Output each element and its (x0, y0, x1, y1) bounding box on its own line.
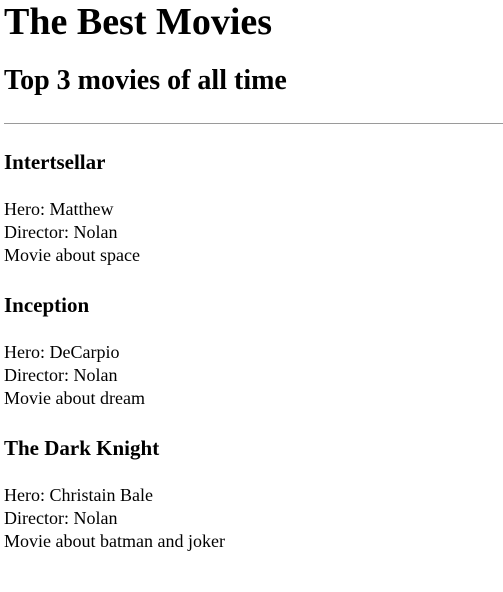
page-subtitle: Top 3 movies of all time (4, 65, 287, 96)
movie-details: Hero: Matthew Director: Nolan Movie abou… (4, 198, 503, 267)
movie-director: Director: Nolan (4, 365, 118, 385)
divider (4, 123, 503, 124)
movie-director: Director: Nolan (4, 508, 118, 528)
movie-card: Inception Hero: DeCarpio Director: Nolan… (4, 293, 503, 410)
movie-hero: Hero: DeCarpio (4, 342, 120, 362)
movie-card: Intertsellar Hero: Matthew Director: Nol… (4, 150, 503, 267)
movie-description: Movie about space (4, 245, 140, 265)
movie-description: Movie about batman and joker (4, 531, 225, 551)
movie-director: Director: Nolan (4, 222, 118, 242)
page-content: The Best Movies Top 3 movies of all time… (0, 0, 503, 553)
movie-title: The Dark Knight (4, 436, 160, 460)
movie-title: Inception (4, 293, 90, 317)
movie-hero: Hero: Matthew (4, 199, 114, 219)
movie-title: Intertsellar (4, 150, 106, 174)
movie-card: The Dark Knight Hero: Christain Bale Dir… (4, 436, 503, 553)
movie-hero: Hero: Christain Bale (4, 485, 153, 505)
movie-details: Hero: DeCarpio Director: Nolan Movie abo… (4, 341, 503, 410)
page-title: The Best Movies (4, 1, 273, 43)
movie-details: Hero: Christain Bale Director: Nolan Mov… (4, 484, 503, 553)
movie-description: Movie about dream (4, 388, 145, 408)
